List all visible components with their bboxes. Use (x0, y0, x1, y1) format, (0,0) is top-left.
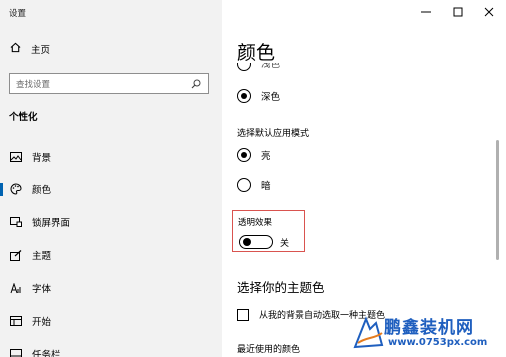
sidebar-item-lock-screen[interactable]: 锁屏界面 (0, 210, 222, 234)
radio-circle (237, 178, 251, 192)
watermark-url: www.0753px.com (388, 337, 488, 348)
sidebar-item-label: 字体 (32, 284, 52, 295)
search-field[interactable]: 查找设置 (9, 73, 209, 94)
transparency-toggle[interactable] (239, 235, 273, 249)
accent-heading: 选择你的主题色 (237, 280, 325, 295)
start-icon (10, 315, 22, 327)
minimize-icon (421, 11, 431, 13)
toggle-knob (243, 238, 251, 246)
windows-mode-dark-radio[interactable]: 深色 (237, 89, 280, 103)
colors-page: 颜色 浅色 深色 选择默认应用模式 亮 暗 透明效果 关 选择你的主题色 从我的… (222, 0, 506, 357)
sidebar-item-label: 主题 (32, 251, 52, 262)
sidebar-item-themes[interactable]: 主题 (0, 243, 222, 267)
sidebar-item-colors[interactable]: 颜色 (0, 177, 222, 201)
checkbox-box (237, 308, 249, 321)
font-icon (10, 282, 22, 294)
taskbar-icon (10, 348, 22, 357)
close-icon (484, 7, 494, 17)
recent-colors-label: 最近使用的颜色 (237, 345, 301, 355)
sidebar-item-background[interactable]: 背景 (0, 145, 222, 169)
windows-mode-light-radio[interactable]: 浅色 (237, 63, 280, 72)
sidebar-item-label: 背景 (32, 153, 52, 164)
sidebar-item-fonts[interactable]: 字体 (0, 276, 222, 300)
maximize-button[interactable] (444, 4, 472, 20)
maximize-icon (453, 7, 463, 17)
radio-label: 浅色 (261, 63, 281, 70)
sidebar-item-label: 锁屏界面 (32, 218, 71, 229)
palette-icon (10, 183, 22, 195)
sidebar-item-label: 任务栏 (32, 350, 61, 357)
transparency-state: 关 (280, 239, 290, 249)
watermark-logo-icon (353, 316, 384, 349)
home-link[interactable]: 主页 (10, 41, 50, 57)
close-button[interactable] (475, 4, 503, 20)
watermark: 鹏鑫装机网 www.0753px.com (352, 311, 502, 355)
section-title: 个性化 (9, 112, 38, 123)
radio-circle (237, 89, 251, 103)
search-placeholder: 查找设置 (16, 79, 51, 90)
image-icon (10, 151, 22, 163)
app-mode-dark-radio[interactable]: 暗 (237, 178, 271, 192)
sidebar-item-label: 开始 (32, 317, 52, 328)
page-title: 颜色 (237, 42, 276, 64)
sidebar-item-label: 颜色 (32, 185, 52, 196)
settings-sidebar: 设置 主页 查找设置 个性化 背景 颜色 锁屏界面 主题 字体 开始 任务栏 (0, 0, 222, 357)
radio-label: 亮 (261, 151, 271, 162)
transparency-label: 透明效果 (238, 218, 273, 228)
radio-label: 暗 (261, 181, 271, 192)
radio-circle (237, 148, 251, 162)
sidebar-item-taskbar[interactable]: 任务栏 (0, 342, 222, 357)
search-icon[interactable] (190, 78, 202, 90)
lock-screen-icon (10, 216, 22, 228)
home-icon (10, 42, 21, 56)
window-title: 设置 (9, 9, 27, 19)
radio-circle (237, 63, 251, 71)
radio-label: 深色 (261, 92, 281, 103)
radio-selected-dot (241, 152, 247, 158)
watermark-brand: 鹏鑫装机网 (384, 318, 474, 338)
sidebar-item-start[interactable]: 开始 (0, 309, 222, 333)
app-mode-label: 选择默认应用模式 (237, 129, 310, 139)
home-label: 主页 (31, 45, 51, 56)
transparency-highlight: 透明效果 关 (232, 210, 305, 252)
minimize-button[interactable] (412, 4, 440, 20)
theme-icon (10, 249, 22, 261)
app-mode-light-radio[interactable]: 亮 (237, 148, 271, 162)
scrollbar[interactable] (496, 140, 499, 260)
radio-selected-dot (241, 93, 247, 99)
